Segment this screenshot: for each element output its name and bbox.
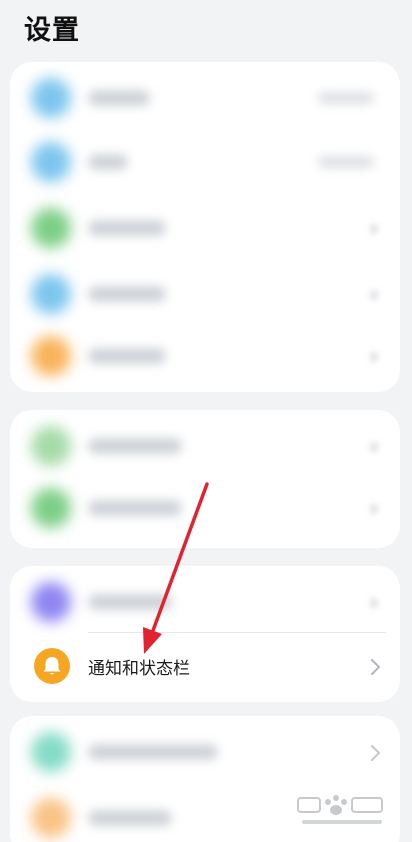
list-item[interactable] bbox=[10, 66, 400, 130]
settings-card-3: 通知和状态栏 bbox=[10, 566, 400, 702]
settings-card-1 bbox=[10, 62, 400, 392]
list-item[interactable] bbox=[10, 262, 400, 326]
chevron-right-icon bbox=[370, 290, 378, 300]
settings-app-icon bbox=[31, 426, 71, 466]
notifications-status-bar-label: 通知和状态栏 bbox=[88, 659, 190, 679]
blurred-label bbox=[88, 154, 128, 170]
settings-app-icon bbox=[31, 142, 71, 182]
settings-app-icon bbox=[31, 488, 71, 528]
blurred-label bbox=[88, 594, 172, 610]
blurred-label bbox=[88, 220, 166, 236]
settings-app-icon bbox=[31, 274, 71, 314]
list-item[interactable] bbox=[10, 720, 400, 784]
chevron-right-icon bbox=[370, 442, 378, 452]
settings-screen: 设置 通知和状态栏 bbox=[0, 0, 412, 842]
settings-app-icon bbox=[31, 732, 71, 772]
blurred-label bbox=[88, 810, 172, 826]
settings-app-icon bbox=[31, 336, 71, 376]
chevron-right-icon bbox=[370, 504, 378, 514]
blurred-label bbox=[88, 500, 182, 516]
page-title: 设置 bbox=[24, 15, 80, 46]
watermark-logo-icon bbox=[297, 795, 383, 824]
divider bbox=[88, 632, 386, 633]
chevron-right-icon bbox=[371, 745, 380, 761]
chevron-right-icon bbox=[370, 598, 378, 608]
list-item[interactable] bbox=[10, 414, 400, 478]
bell-icon bbox=[34, 648, 70, 684]
blurred-label bbox=[88, 744, 218, 760]
list-item[interactable] bbox=[10, 476, 400, 540]
settings-app-icon bbox=[31, 78, 71, 118]
chevron-right-icon bbox=[370, 352, 378, 362]
list-item[interactable] bbox=[10, 196, 400, 260]
settings-app-icon bbox=[31, 798, 71, 838]
blurred-label bbox=[88, 348, 166, 364]
settings-app-icon bbox=[31, 582, 71, 622]
blurred-label bbox=[88, 286, 166, 302]
blurred-label bbox=[88, 438, 182, 454]
list-item[interactable] bbox=[10, 324, 400, 388]
settings-card-2 bbox=[10, 410, 400, 548]
list-item[interactable] bbox=[10, 130, 400, 194]
settings-app-icon bbox=[31, 208, 71, 248]
blurred-value bbox=[318, 92, 374, 104]
blurred-label bbox=[88, 90, 150, 106]
notifications-status-bar-item[interactable]: 通知和状态栏 bbox=[10, 632, 400, 702]
list-item[interactable] bbox=[10, 570, 400, 634]
blurred-value bbox=[318, 156, 374, 168]
chevron-right-icon bbox=[370, 224, 378, 234]
chevron-right-icon bbox=[371, 659, 380, 675]
